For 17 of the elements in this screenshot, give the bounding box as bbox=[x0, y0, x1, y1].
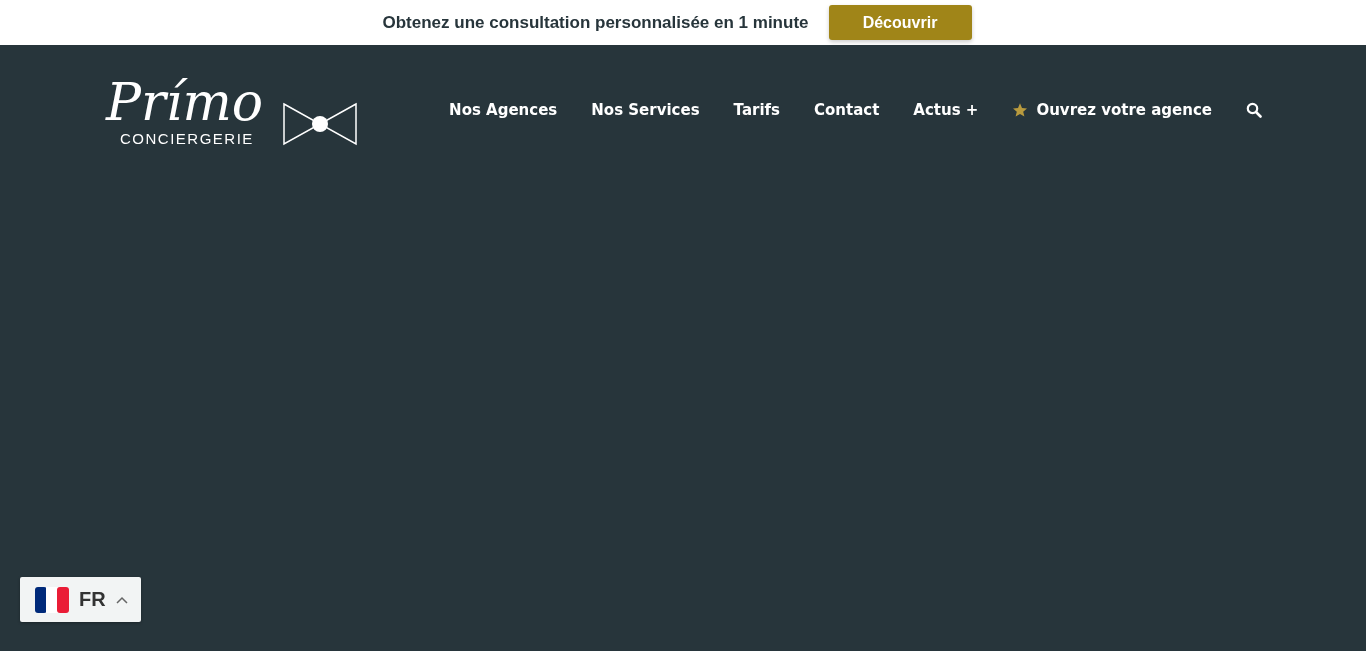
star-icon bbox=[1012, 102, 1029, 118]
nav-link[interactable]: Tarifs bbox=[733, 101, 780, 119]
language-code: FR bbox=[79, 588, 106, 611]
nav-link[interactable]: Actus + bbox=[913, 101, 979, 119]
discover-button[interactable]: Découvrir bbox=[828, 5, 972, 40]
flag-icon bbox=[35, 586, 69, 613]
language-switcher[interactable]: FR bbox=[20, 577, 141, 622]
logo-wordmark: Prímo bbox=[106, 73, 264, 130]
promo-text: Obtenez une consultation personnalisée en 1 minute bbox=[382, 12, 809, 33]
nav-link[interactable]: Nos Services bbox=[591, 101, 700, 119]
search-icon[interactable] bbox=[1246, 102, 1262, 118]
nav-link[interactable]: Nos Agences bbox=[449, 101, 558, 119]
nav-link[interactable]: Contact bbox=[814, 101, 880, 119]
nav-link[interactable]: Ouvrez votre agence bbox=[1012, 101, 1212, 119]
logo-tagline: CONCIERGERIE bbox=[120, 129, 255, 147]
bow-tie-icon bbox=[283, 101, 358, 146]
caret-icon bbox=[115, 595, 128, 604]
